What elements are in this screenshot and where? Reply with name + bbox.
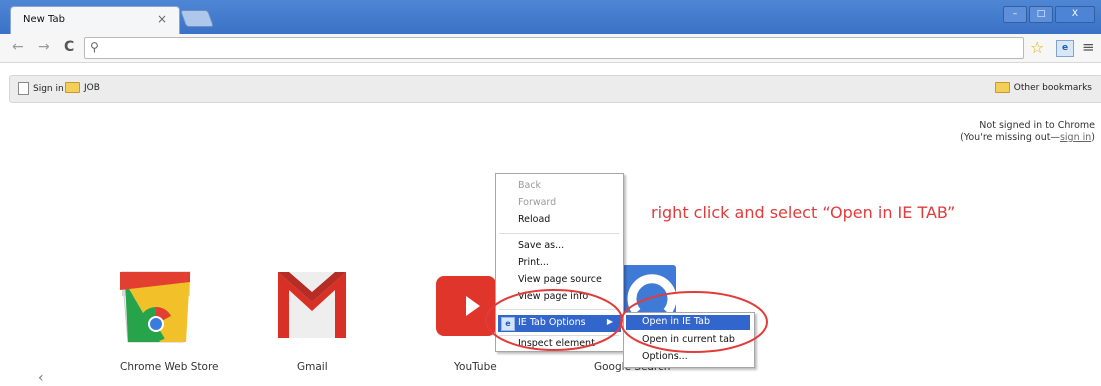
annotation-circles <box>485 289 768 353</box>
